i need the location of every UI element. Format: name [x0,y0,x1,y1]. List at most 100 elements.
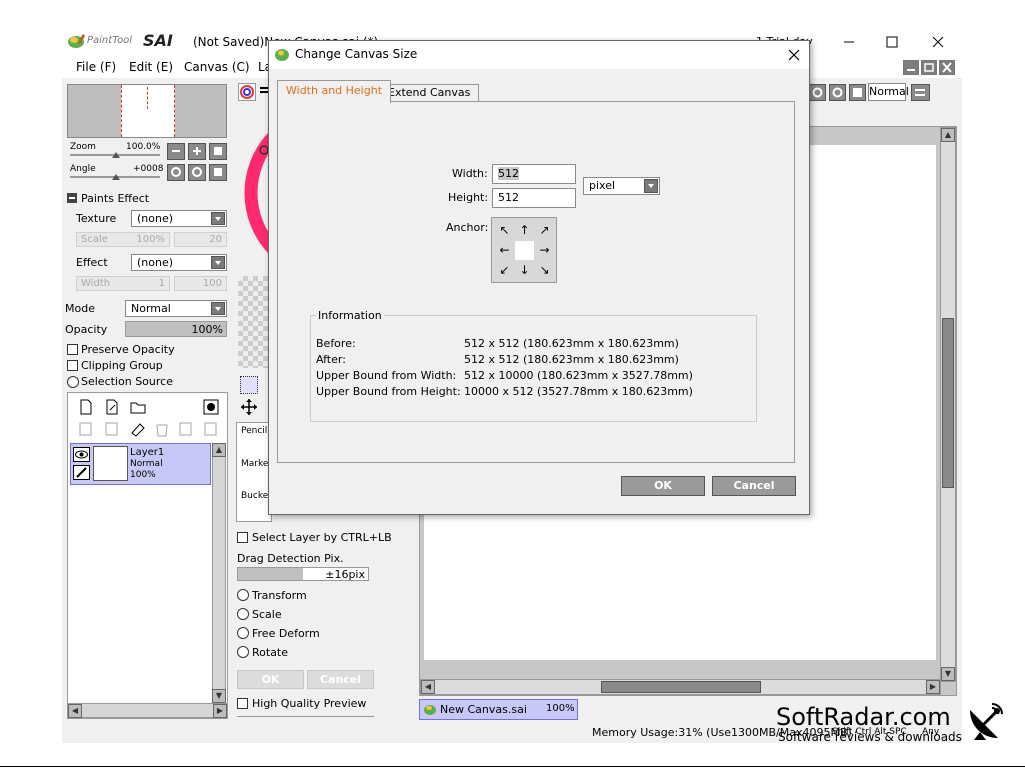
anchor-left[interactable]: ← [495,241,514,260]
swatch-grid[interactable] [238,276,268,368]
canvas-vscrollbar[interactable]: ▲ ▼ [940,127,956,682]
mode-select[interactable]: Normal [125,300,227,317]
scale-radio[interactable] [237,608,249,620]
layer-hscrollbar[interactable]: ◀ ▶ [68,703,227,718]
new-layer-icon[interactable] [78,399,94,415]
menu-edit[interactable]: Edit (E) [129,60,173,74]
scroll-left-arrow[interactable]: ◀ [68,704,82,718]
delete-layer-icon[interactable] [154,421,170,437]
doc-restore-button[interactable] [921,60,937,75]
canvas-tab[interactable]: New Canvas.sai 100% [419,699,578,720]
pen-icon[interactable] [73,465,90,480]
toolbar-swap-button[interactable] [911,84,930,101]
texture-label: Texture [76,212,117,225]
scroll-right-arrow[interactable]: ▶ [213,704,227,718]
tool-pencil[interactable]: Pencil [241,426,267,436]
tab-extend-canvas[interactable]: Extend Canvas [379,84,480,102]
canvas-scroll-right[interactable]: ▶ [926,680,940,694]
scroll-down-arrow[interactable]: ▼ [212,689,226,703]
anchor-bottom[interactable]: ↓ [515,261,534,280]
canvas-hscroll-thumb[interactable] [601,681,761,693]
zoom-in-button[interactable] [188,143,206,160]
merge-visible-icon[interactable] [178,421,194,437]
tool-marker[interactable]: Marke [241,459,268,469]
doc-close-button[interactable] [939,60,955,75]
height-input[interactable]: 512 [492,188,576,208]
cancel-button[interactable]: Cancel [712,476,796,496]
color-wheel-icon[interactable] [238,83,256,101]
maximize-button[interactable] [882,32,902,52]
scroll-up-arrow[interactable]: ▲ [212,443,226,457]
hq-preview-checkbox[interactable] [237,698,248,709]
merge-down-icon[interactable] [104,421,120,437]
toolbar-refresh-button[interactable] [809,84,826,101]
dialog-close-button[interactable] [784,45,804,65]
zoom-out-button[interactable] [167,143,185,160]
anchor-top[interactable]: ↑ [515,221,534,240]
transform-ok-button[interactable]: OK [237,670,304,689]
tab-width-and-height[interactable]: Width and Height [277,80,392,103]
anchor-bottom-right[interactable]: ↘ [535,261,554,280]
anchor-center[interactable] [515,241,534,260]
free-deform-radio[interactable] [237,627,249,639]
eye-icon[interactable] [73,447,90,462]
drag-detection-slider[interactable]: ±16pix [237,567,369,581]
toolbar-rotate-button[interactable] [829,84,846,101]
selection-source-radio[interactable] [67,376,79,388]
ok-button[interactable]: OK [621,476,705,496]
paints-effect-header: Paints Effect [81,192,150,205]
collapse-icon[interactable] [67,193,77,203]
blend-mode-select[interactable]: Normal [868,83,909,101]
menu-file[interactable]: File (F) [76,60,116,74]
width-input[interactable]: 512 [492,164,576,184]
canvas-vscroll-thumb[interactable] [942,318,954,488]
layer-row[interactable]: Layer1 Normal 100% [70,443,211,485]
rotate-right-button[interactable] [188,164,206,181]
preserve-opacity-checkbox[interactable] [67,344,78,355]
flatten-icon[interactable] [203,421,219,437]
rotate-reset-button[interactable] [209,164,227,181]
opacity-slider[interactable]: 100% [125,321,227,337]
bottom-combo [237,716,374,723]
color-wheel[interactable] [238,108,268,278]
texture-select[interactable]: (none) [131,210,227,227]
transform-cancel-button[interactable]: Cancel [307,670,374,689]
select-layer-checkbox[interactable] [237,532,248,543]
menu-lines-icon[interactable] [260,86,268,96]
menu-canvas[interactable]: Canvas (C) [184,60,250,74]
clear-layer-icon[interactable] [130,421,146,437]
rotate-left-button[interactable] [167,164,185,181]
unit-select[interactable]: pixel [583,177,660,195]
doc-minimize-button[interactable] [903,60,919,75]
anchor-bottom-left[interactable]: ↙ [495,261,514,280]
layer-scrollbar[interactable]: ▲ ▼ [212,443,226,703]
angle-slider-thumb[interactable] [112,174,120,180]
selection-tool-icon[interactable] [240,376,258,394]
move-tool-icon[interactable] [240,398,258,416]
transfer-down-icon[interactable] [78,421,94,437]
layer-mask-icon[interactable] [203,399,219,415]
anchor-top-right[interactable]: ↗ [535,221,554,240]
toolbar-square-button[interactable] [849,84,866,101]
clipping-group-checkbox[interactable] [67,360,78,371]
minimize-button[interactable] [839,32,859,52]
close-window-button[interactable] [928,32,948,52]
canvas-scroll-up[interactable]: ▲ [941,128,955,142]
transform-radio[interactable] [237,589,249,601]
navigator-preview[interactable] [67,84,227,138]
rotate-radio[interactable] [237,646,249,658]
zoom-slider-thumb[interactable] [112,152,120,158]
canvas-hscrollbar[interactable]: ◀ ▶ [420,679,941,695]
anchor-top-left[interactable]: ↖ [495,221,514,240]
height-label: Height: [448,191,489,204]
zoom-reset-button[interactable] [209,143,227,160]
new-folder-icon[interactable] [130,399,146,415]
new-linework-layer-icon[interactable] [104,399,120,415]
opacity-label: Opacity [65,323,108,336]
anchor-right[interactable]: → [535,241,554,260]
effect-select[interactable]: (none) [131,254,227,271]
transform-label: Transform [252,589,307,602]
dialog-title: Change Canvas Size [295,47,418,61]
canvas-scroll-left[interactable]: ◀ [421,680,435,694]
canvas-scroll-down[interactable]: ▼ [941,667,955,681]
